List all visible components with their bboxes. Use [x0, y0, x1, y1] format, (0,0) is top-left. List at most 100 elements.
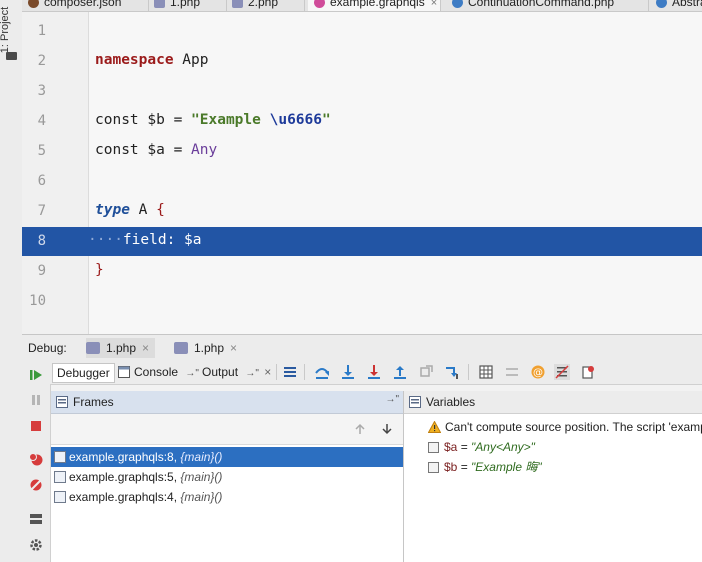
tab-output[interactable]: Output →" ×	[202, 363, 271, 381]
close-icon[interactable]: ×	[264, 365, 271, 379]
tab-label: 1.php	[170, 0, 201, 9]
variable-value: "Any<Any>"	[471, 440, 535, 454]
variable-name: $a	[444, 440, 458, 454]
frames-title-bar: Frames →"	[51, 391, 403, 414]
console-icon	[118, 366, 130, 378]
tab-2-php[interactable]: 2.php	[226, 0, 305, 11]
php-file-icon	[86, 342, 100, 354]
type-name: Any	[191, 142, 218, 158]
force-step-into-icon[interactable]	[366, 364, 382, 380]
line-number: 5	[37, 143, 46, 159]
tab-composer-json[interactable]: composer.json	[22, 0, 149, 11]
toolbar-separator	[276, 364, 277, 380]
tab-continuation-command[interactable]: ContinuationCommand.php	[446, 0, 649, 11]
run-to-cursor-icon[interactable]	[444, 364, 460, 380]
frame-location: example.graphqls:8,	[69, 450, 181, 464]
variables-warning-text: Can't compute source position. The scrip…	[445, 420, 702, 434]
line-number: 4	[37, 113, 46, 129]
code-editor[interactable]: 1 2 3 4 5 6 7 8 9 10 namespace App const…	[22, 12, 702, 334]
resume-icon[interactable]	[28, 367, 44, 383]
frames-icon	[56, 396, 68, 408]
layout-icon[interactable]	[28, 511, 44, 527]
class-icon	[656, 0, 667, 8]
line-number: 9	[37, 263, 46, 279]
mute-breakpoints-icon[interactable]	[28, 477, 44, 493]
close-icon[interactable]: ×	[142, 341, 149, 355]
console-label: Console	[134, 365, 179, 379]
frame-function: {main}()	[180, 490, 223, 504]
close-icon[interactable]: ×	[230, 341, 237, 355]
debugger-toolbar: Debugger Console →" Output →" × @	[50, 360, 702, 385]
frame-text: example.graphqls:4, {main}()	[69, 487, 222, 507]
line-number: 10	[29, 293, 46, 309]
stop-icon[interactable]	[28, 418, 44, 434]
trace-icon[interactable]	[504, 364, 520, 380]
frames-toolbar	[51, 414, 403, 445]
variable-value: "Example 晦"	[471, 460, 542, 474]
tab-console[interactable]: Console →"	[116, 363, 199, 381]
graphql-file-icon	[54, 451, 66, 463]
pin-icon[interactable]: →"	[245, 368, 259, 379]
toolbar-separator	[468, 364, 469, 380]
step-over-icon[interactable]	[314, 364, 330, 380]
session-label: 1.php	[194, 341, 225, 355]
pin-icon[interactable]: →"	[185, 368, 199, 379]
warning-icon	[428, 421, 441, 433]
php-file-icon	[232, 0, 243, 8]
step-out-icon[interactable]	[392, 364, 408, 380]
tab-label: 2.php	[248, 0, 279, 9]
show-execution-point-icon[interactable]	[282, 364, 298, 380]
composer-icon	[28, 0, 39, 8]
variables-title: Variables	[426, 395, 476, 409]
pause-icon[interactable]	[28, 392, 44, 408]
code-line-9: }	[95, 262, 104, 278]
evaluate-expression-icon[interactable]	[478, 364, 494, 380]
code-text: App	[173, 52, 209, 68]
variables-title-bar: Variables	[404, 391, 702, 414]
frame-item[interactable]: example.graphqls:4, {main}()	[51, 487, 403, 507]
edit-breakpoints-icon[interactable]	[580, 364, 596, 380]
graphql-file-icon	[314, 0, 325, 8]
frame-text: example.graphqls:8, {main}()	[69, 447, 222, 467]
frame-item[interactable]: example.graphqls:8, {main}()	[51, 447, 403, 467]
code-text: field: $a	[122, 232, 202, 248]
variable-icon	[428, 462, 439, 473]
arrow-down-icon[interactable]	[381, 423, 393, 435]
settings-gear-icon[interactable]	[28, 537, 44, 553]
line-number: 2	[37, 53, 46, 69]
step-into-icon[interactable]	[340, 364, 356, 380]
drop-frame-icon[interactable]	[418, 364, 434, 380]
graphql-file-icon	[54, 471, 66, 483]
code-text: const $a =	[95, 142, 192, 158]
tab-label: example.graphqls	[330, 0, 425, 9]
line-number: 1	[37, 23, 46, 39]
tab-abstract[interactable]: Abstra	[650, 0, 702, 11]
tab-debugger[interactable]: Debugger	[52, 363, 115, 383]
view-breakpoints-icon[interactable]	[28, 451, 44, 467]
debug-side-toolbar	[22, 360, 51, 562]
debug-session-tab[interactable]: 1.php ×	[174, 338, 237, 358]
php-file-icon	[154, 0, 165, 8]
debug-session-tab[interactable]: 1.php ×	[86, 338, 156, 358]
tab-example-graphqls[interactable]: example.graphqls ×	[308, 0, 441, 11]
variables-panel	[404, 391, 702, 562]
code-line-2: namespace App	[95, 52, 209, 68]
code-line-5: const $a = Any	[95, 142, 217, 158]
code-text: A	[129, 202, 157, 218]
frame-item[interactable]: example.graphqls:5, {main}()	[51, 467, 403, 487]
break-on-exception-icon[interactable]: @	[530, 364, 546, 380]
arrow-up-icon[interactable]	[354, 423, 366, 435]
variable-name: $b	[444, 460, 458, 474]
folder-icon	[6, 52, 17, 60]
variable-row[interactable]: $b = "Example 晦"	[444, 458, 542, 476]
pin-icon[interactable]: →"	[385, 394, 399, 405]
session-label: 1.php	[106, 341, 137, 355]
variable-row[interactable]: $a = "Any<Any>"	[444, 438, 535, 456]
variable-icon	[428, 442, 439, 453]
whitespace-dots: ····	[88, 232, 123, 248]
editor-tab-bar: composer.json 1.php 2.php example.graphq…	[22, 0, 702, 12]
tab-1-php[interactable]: 1.php	[148, 0, 227, 11]
close-icon[interactable]: ×	[431, 0, 437, 9]
break-at-first-line-icon[interactable]	[554, 364, 570, 380]
line-number: 3	[37, 83, 46, 99]
